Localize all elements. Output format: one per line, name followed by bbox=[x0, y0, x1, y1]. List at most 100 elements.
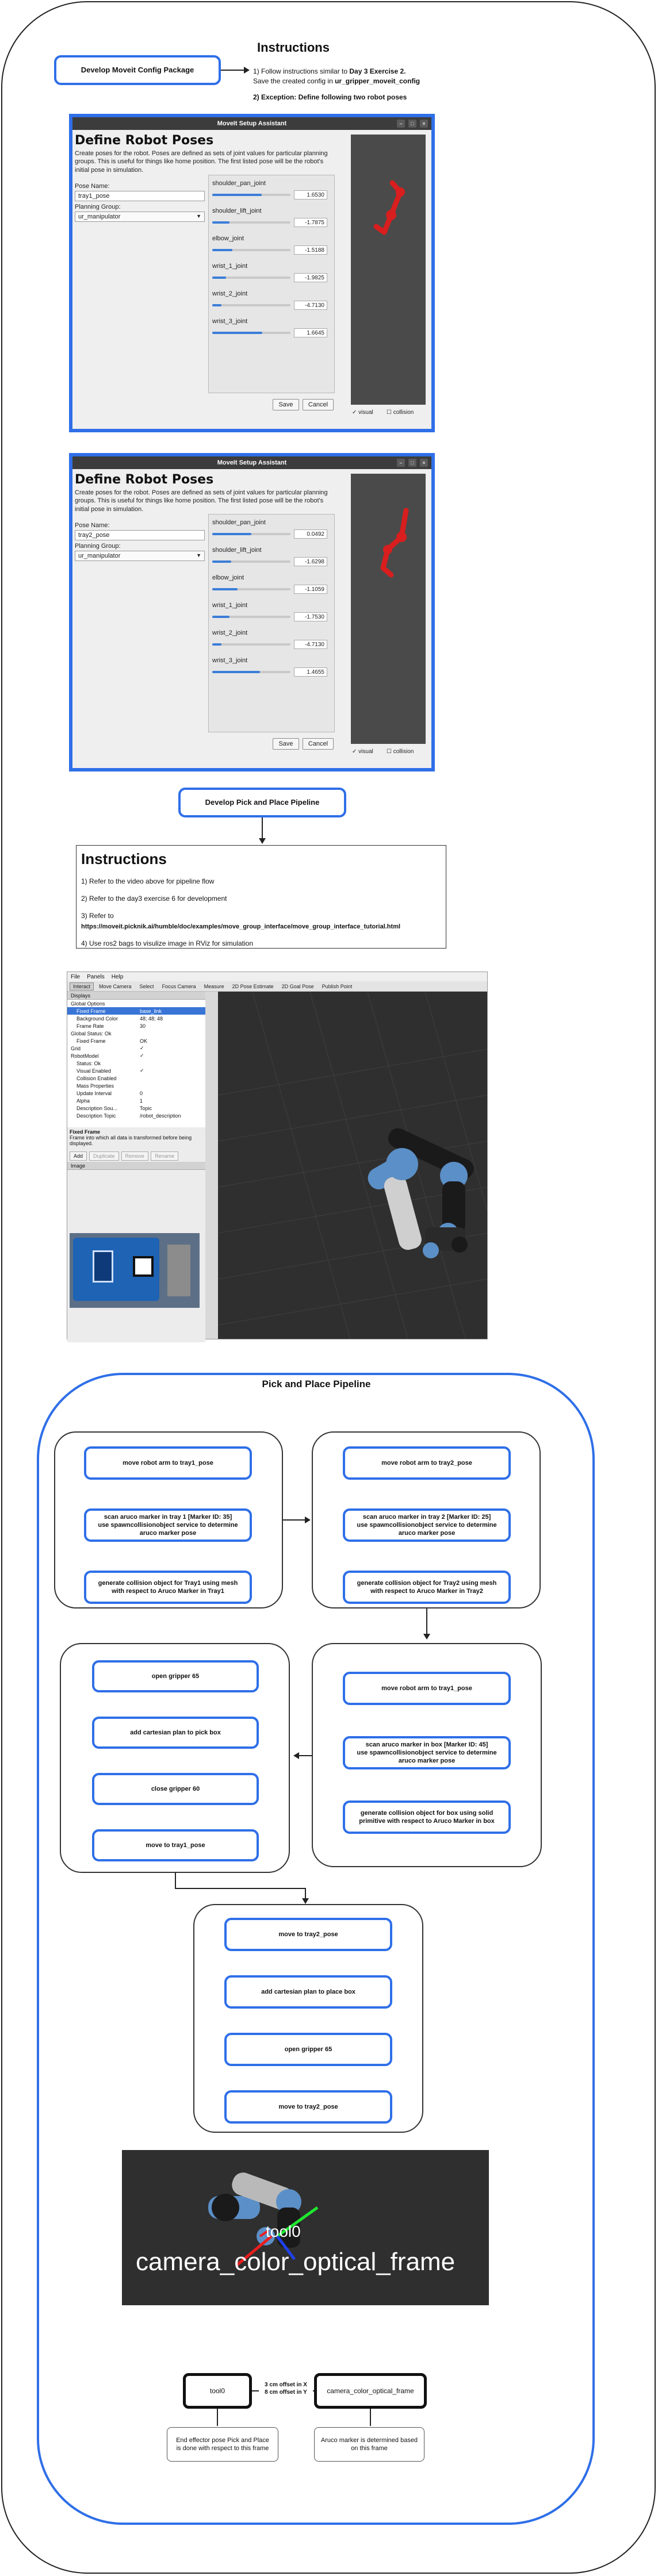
tree-row[interactable]: Update Interval 0 bbox=[67, 1089, 205, 1097]
arrowhead bbox=[259, 838, 266, 844]
joint-value[interactable]: -1.9825 bbox=[294, 273, 327, 282]
maximize-icon[interactable]: □ bbox=[408, 459, 416, 467]
joint-panel: shoulder_pan_joint 0.0492 shoulder_lift_jo… bbox=[208, 514, 335, 732]
visual-checkbox[interactable]: ✓ visual bbox=[352, 748, 373, 755]
tree-row[interactable]: Global Status: Ok bbox=[67, 1030, 205, 1037]
tree-row[interactable]: Status: Ok bbox=[67, 1059, 205, 1067]
joint-name: wrist_3_joint bbox=[212, 657, 248, 664]
rename-display-button[interactable]: Rename bbox=[151, 1151, 179, 1161]
tree-row[interactable]: Background Color 48; 48; 48 bbox=[67, 1015, 205, 1022]
joint-slider[interactable] bbox=[212, 643, 290, 646]
develop-pick-place-box: Develop Pick and Place Pipeline bbox=[178, 788, 346, 817]
tool-interact[interactable]: Interact bbox=[70, 982, 94, 991]
close-icon[interactable]: × bbox=[420, 459, 428, 467]
joint-slider[interactable] bbox=[212, 249, 290, 251]
joint-slider-fill bbox=[212, 671, 260, 673]
joint-value[interactable]: 0.0492 bbox=[294, 529, 327, 539]
tree-row[interactable]: RobotModel ✓ bbox=[67, 1052, 205, 1059]
tool-measure[interactable]: Measure bbox=[201, 983, 227, 990]
menu-file[interactable]: File bbox=[71, 974, 80, 980]
arrow-line bbox=[305, 1888, 306, 1899]
chevron-down-icon: ▼ bbox=[196, 213, 201, 219]
close-icon[interactable]: × bbox=[420, 120, 428, 128]
joint-row: wrist_2_joint -4.7130 bbox=[212, 290, 331, 310]
displays-header: Displays bbox=[67, 992, 205, 1000]
planning-group-value: ur_manipulator bbox=[78, 213, 121, 220]
joint-slider[interactable] bbox=[212, 560, 290, 563]
displays-tree[interactable]: Global Options Fixed Frame base_link Backgr… bbox=[67, 1000, 205, 1127]
save-button[interactable]: Save bbox=[273, 738, 299, 750]
joint-slider[interactable] bbox=[212, 533, 290, 535]
tool-select[interactable]: Select bbox=[137, 983, 157, 990]
menu-panels[interactable]: Panels bbox=[87, 974, 105, 980]
minimize-icon[interactable]: – bbox=[397, 120, 405, 128]
pose-name-input[interactable]: tray2_pose bbox=[75, 530, 205, 540]
collision-checkbox[interactable]: ☐ collision bbox=[387, 409, 414, 416]
planning-group-select[interactable]: ur_manipulator ▼ bbox=[75, 212, 205, 222]
joint-value[interactable]: 1.6530 bbox=[294, 190, 327, 199]
tree-row[interactable]: Collision Enabled bbox=[67, 1074, 205, 1082]
tree-row[interactable]: Mass Properties bbox=[67, 1082, 205, 1089]
joint-slider[interactable] bbox=[212, 616, 290, 618]
joint-slider-fill bbox=[212, 221, 229, 224]
tool-publish-point[interactable]: Publish Point bbox=[319, 983, 355, 990]
joint-value[interactable]: -1.6298 bbox=[294, 557, 327, 566]
window-titlebar[interactable]: MoveIt Setup Assistant – □ × bbox=[72, 117, 431, 130]
instruction-link[interactable]: https://moveit.picknik.ai/humble/doc/exa… bbox=[81, 923, 441, 930]
tool-move-camera[interactable]: Move Camera bbox=[96, 983, 135, 990]
robot-preview[interactable] bbox=[351, 135, 426, 405]
section-heading: Define Robot Poses bbox=[75, 473, 214, 487]
duplicate-display-button[interactable]: Duplicate bbox=[89, 1151, 119, 1161]
tree-row[interactable]: Grid ✓ bbox=[67, 1045, 205, 1052]
joint-slider[interactable] bbox=[212, 304, 290, 306]
planning-group-value: ur_manipulator bbox=[78, 552, 121, 559]
rviz-3d-viewport[interactable] bbox=[217, 991, 488, 1339]
joint-value[interactable]: -4.7130 bbox=[294, 301, 327, 310]
joint-value[interactable]: -1.5188 bbox=[294, 245, 327, 255]
robot-preview[interactable] bbox=[351, 474, 426, 744]
joint-value[interactable]: 1.4655 bbox=[294, 667, 327, 677]
planning-group-select[interactable]: ur_manipulator ▼ bbox=[75, 551, 205, 561]
tool-2d-goal-pose[interactable]: 2D Goal Pose bbox=[279, 983, 317, 990]
joint-value[interactable]: 1.6645 bbox=[294, 328, 327, 337]
tree-value: Topic bbox=[140, 1105, 152, 1111]
remove-display-button[interactable]: Remove bbox=[121, 1151, 149, 1161]
rviz-menubar: File Panels Help bbox=[67, 972, 487, 981]
tool0-box: tool0 bbox=[183, 2373, 252, 2409]
save-button[interactable]: Save bbox=[273, 399, 299, 410]
joint-slider[interactable] bbox=[212, 671, 290, 673]
collision-checkbox[interactable]: ☐ collision bbox=[387, 748, 414, 755]
tree-row[interactable]: Frame Rate 30 bbox=[67, 1022, 205, 1030]
joint-row: elbow_joint -1.1059 bbox=[212, 574, 331, 594]
pose-name-label: Pose Name: bbox=[75, 522, 110, 529]
window-titlebar[interactable]: MoveIt Setup Assistant – □ × bbox=[72, 456, 431, 469]
pose-name-input[interactable]: tray1_pose bbox=[75, 191, 205, 201]
tree-row[interactable]: Fixed Frame OK bbox=[67, 1037, 205, 1045]
tree-row[interactable]: Global Options bbox=[67, 1000, 205, 1007]
maximize-icon[interactable]: □ bbox=[408, 120, 416, 128]
menu-help[interactable]: Help bbox=[112, 974, 124, 980]
tool-2d-pose-estimate[interactable]: 2D Pose Estimate bbox=[229, 983, 277, 990]
tree-row[interactable]: Fixed Frame base_link bbox=[67, 1007, 205, 1015]
joint-slider-fill bbox=[212, 332, 263, 334]
joint-slider[interactable] bbox=[212, 588, 290, 590]
joint-value[interactable]: -1.1059 bbox=[294, 585, 327, 594]
joint-slider[interactable] bbox=[212, 221, 290, 224]
tree-row[interactable]: Visual Enabled ✓ bbox=[67, 1067, 205, 1074]
joint-value[interactable]: -1.7875 bbox=[294, 218, 327, 227]
minimize-icon[interactable]: – bbox=[397, 459, 405, 467]
visual-checkbox[interactable]: ✓ visual bbox=[352, 409, 373, 416]
cancel-button[interactable]: Cancel bbox=[303, 399, 334, 410]
tree-row[interactable]: Alpha 1 bbox=[67, 1097, 205, 1104]
tree-row[interactable]: Description Sou... Topic bbox=[67, 1104, 205, 1112]
joint-slider[interactable] bbox=[212, 194, 290, 196]
tool-focus-camera[interactable]: Focus Camera bbox=[159, 983, 199, 990]
cancel-button[interactable]: Cancel bbox=[303, 738, 334, 750]
joint-slider[interactable] bbox=[212, 277, 290, 279]
joint-row: wrist_1_joint -1.7530 bbox=[212, 602, 331, 621]
add-display-button[interactable]: Add bbox=[70, 1151, 87, 1161]
joint-value[interactable]: -4.7130 bbox=[294, 640, 327, 649]
joint-slider[interactable] bbox=[212, 332, 290, 334]
tree-row[interactable]: Description Topic/robot_description bbox=[67, 1112, 205, 1119]
joint-value[interactable]: -1.7530 bbox=[294, 612, 327, 621]
